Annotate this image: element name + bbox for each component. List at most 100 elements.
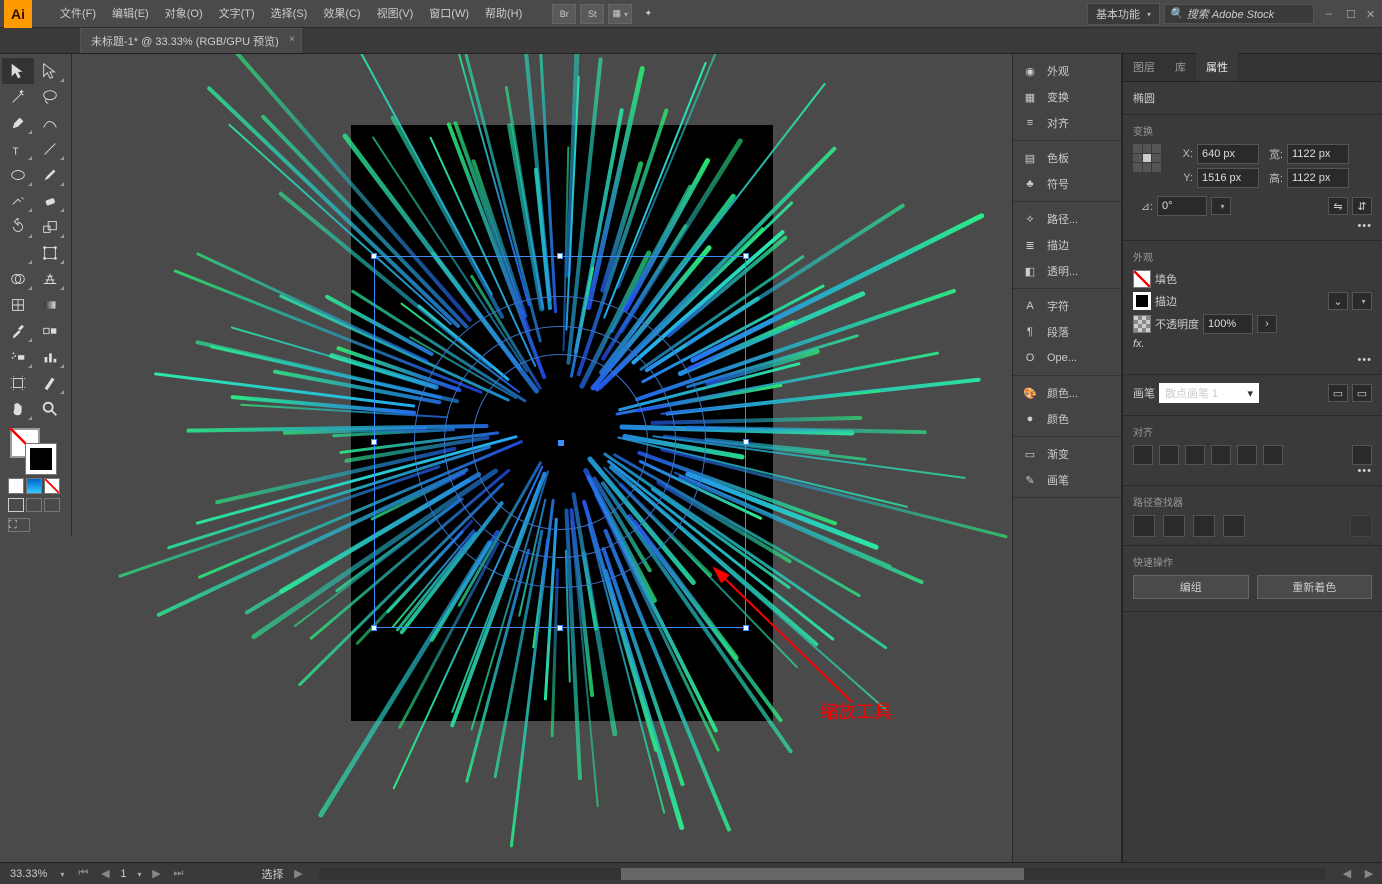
color-swatches[interactable] <box>2 428 69 474</box>
selection-handle[interactable] <box>371 439 377 445</box>
scale-tool[interactable] <box>34 214 66 240</box>
align-bottom[interactable] <box>1263 445 1283 465</box>
brush-opts-1[interactable]: ▭ <box>1328 384 1348 402</box>
gpu-icon[interactable]: ✦ <box>636 4 660 24</box>
menu-effect[interactable]: 效果(C) <box>315 0 368 28</box>
selection-handle[interactable] <box>743 253 749 259</box>
dock-panel-item[interactable]: ▦变换 <box>1013 84 1121 110</box>
reference-point-grid[interactable] <box>1133 144 1161 172</box>
stroke-swatch-sm[interactable] <box>1133 292 1151 310</box>
menu-file[interactable]: 文件(F) <box>52 0 104 28</box>
hscroll-track[interactable] <box>319 868 1326 880</box>
menu-type[interactable]: 文字(T) <box>211 0 263 28</box>
color-mode-none[interactable] <box>44 478 60 494</box>
artboard-last[interactable]: ⏭ <box>171 867 185 881</box>
dock-panel-item[interactable]: A字符 <box>1013 293 1121 319</box>
menu-edit[interactable]: 编辑(E) <box>104 0 157 28</box>
menu-object[interactable]: 对象(O) <box>157 0 211 28</box>
selection-handle[interactable] <box>557 625 563 631</box>
hscroll-right[interactable]: ▶ <box>1362 867 1376 881</box>
free-transform-tool[interactable] <box>34 240 66 266</box>
pf-exclude[interactable] <box>1223 515 1245 537</box>
dock-panel-item[interactable]: ♣符号 <box>1013 171 1121 197</box>
bridge-button[interactable]: Br <box>552 4 576 24</box>
tab-properties[interactable]: 属性 <box>1196 53 1238 81</box>
artboard-tool[interactable] <box>2 370 34 396</box>
rotate-tool[interactable] <box>2 214 34 240</box>
status-menu[interactable]: ▶ <box>291 867 305 881</box>
slice-tool[interactable] <box>34 370 66 396</box>
brush-select[interactable]: 散点画笔 1▾ <box>1159 383 1259 403</box>
selection-handle[interactable] <box>371 625 377 631</box>
angle-input[interactable] <box>1157 196 1207 216</box>
dock-panel-item[interactable]: ▤色板 <box>1013 145 1121 171</box>
width-tool[interactable] <box>2 240 34 266</box>
perspective-tool[interactable] <box>34 266 66 292</box>
graph-tool[interactable] <box>34 344 66 370</box>
arrange-docs-button[interactable]: ▦ <box>608 4 632 24</box>
menu-window[interactable]: 窗口(W) <box>421 0 477 28</box>
align-vcenter[interactable] <box>1237 445 1257 465</box>
h-input[interactable] <box>1287 168 1349 188</box>
hscroll-thumb[interactable] <box>621 868 1024 880</box>
stock-search-input[interactable]: 🔍 搜索 Adobe Stock <box>1164 4 1314 24</box>
align-top[interactable] <box>1211 445 1231 465</box>
magic-wand-tool[interactable] <box>2 84 34 110</box>
pen-tool[interactable] <box>2 110 34 136</box>
zoom-dropdown[interactable] <box>53 868 68 880</box>
align-hcenter[interactable] <box>1159 445 1179 465</box>
dock-panel-item[interactable]: ◧透明... <box>1013 258 1121 284</box>
stroke-weight-dropdown[interactable] <box>1352 292 1372 310</box>
align-right[interactable] <box>1185 445 1205 465</box>
hand-tool[interactable] <box>2 396 34 422</box>
document-tab-close-icon[interactable]: × <box>289 34 295 45</box>
artboard-first[interactable]: ⏮ <box>76 867 90 881</box>
ellipse-tool[interactable] <box>2 162 34 188</box>
artboard-index[interactable]: 1 <box>120 868 126 880</box>
fx-label[interactable]: fx. <box>1133 338 1145 350</box>
paintbrush-tool[interactable] <box>34 162 66 188</box>
artboard-prev[interactable]: ◀ <box>98 867 112 881</box>
mesh-tool[interactable] <box>2 292 34 318</box>
angle-dropdown[interactable] <box>1211 197 1231 215</box>
align-more-icon[interactable]: ••• <box>1133 465 1372 477</box>
quick-recolor-button[interactable]: 重新着色 <box>1257 575 1373 599</box>
zoom-value[interactable]: 33.33% <box>6 868 51 880</box>
opacity-input[interactable] <box>1203 314 1253 334</box>
pf-unite[interactable] <box>1133 515 1155 537</box>
brush-opts-2[interactable]: ▭ <box>1352 384 1372 402</box>
symbol-sprayer-tool[interactable] <box>2 344 34 370</box>
workspace-switcher[interactable]: 基本功能 <box>1087 3 1160 25</box>
draw-mode-inside[interactable] <box>44 498 60 512</box>
line-tool[interactable] <box>34 136 66 162</box>
x-input[interactable] <box>1197 144 1259 164</box>
color-mode-solid[interactable] <box>8 478 24 494</box>
pf-minus[interactable] <box>1163 515 1185 537</box>
quick-group-button[interactable]: 编组 <box>1133 575 1249 599</box>
dock-panel-item[interactable]: ⟡路径... <box>1013 206 1121 232</box>
draw-mode-behind[interactable] <box>26 498 42 512</box>
menu-select[interactable]: 选择(S) <box>263 0 316 28</box>
fill-swatch-sm[interactable] <box>1133 270 1151 288</box>
selection-handle[interactable] <box>743 439 749 445</box>
dock-panel-item[interactable]: ✎画笔 <box>1013 467 1121 493</box>
stock-button[interactable]: St <box>580 4 604 24</box>
shaper-tool[interactable] <box>2 188 34 214</box>
align-distribute[interactable] <box>1352 445 1372 465</box>
window-minimize-button[interactable]: – <box>1326 8 1338 20</box>
dock-panel-item[interactable]: OOpe... <box>1013 345 1121 371</box>
stroke-swatch[interactable] <box>26 444 56 474</box>
draw-mode-normal[interactable] <box>8 498 24 512</box>
selection-center-handle[interactable] <box>558 440 564 446</box>
direct-selection-tool[interactable] <box>34 58 66 84</box>
dock-panel-item[interactable]: ≡对齐 <box>1013 110 1121 136</box>
w-input[interactable] <box>1287 144 1349 164</box>
selection-handle[interactable] <box>743 625 749 631</box>
pf-intersect[interactable] <box>1193 515 1215 537</box>
appearance-more-icon[interactable]: ••• <box>1133 354 1372 366</box>
flip-h-button[interactable]: ⇋ <box>1328 197 1348 215</box>
transform-more-icon[interactable]: ••• <box>1133 220 1372 232</box>
curvature-tool[interactable] <box>34 110 66 136</box>
hscroll-left[interactable]: ◀ <box>1340 867 1354 881</box>
dock-panel-item[interactable]: ●颜色 <box>1013 406 1121 432</box>
